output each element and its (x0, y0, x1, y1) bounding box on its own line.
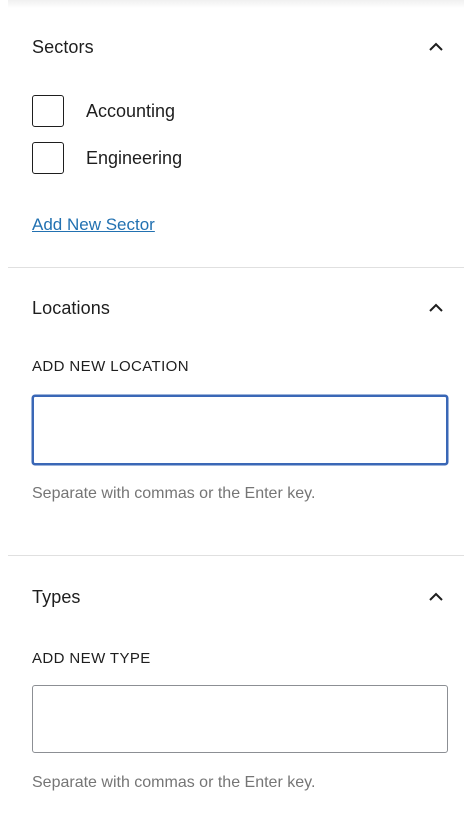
add-new-type-label: ADD NEW TYPE (32, 650, 151, 667)
sectors-panel-toggle[interactable]: Sectors (32, 27, 448, 67)
sectors-panel-title: Sectors (32, 36, 94, 57)
panel-divider (8, 555, 464, 556)
chevron-up-icon[interactable] (424, 585, 448, 609)
add-new-type-input[interactable] (32, 685, 448, 753)
add-new-location-label: ADD NEW LOCATION (32, 358, 189, 375)
types-panel-title: Types (32, 586, 81, 607)
types-help-text: Separate with commas or the Enter key. (32, 774, 316, 791)
add-new-sector-link[interactable]: Add New Sector (32, 215, 155, 235)
chevron-up-icon[interactable] (424, 296, 448, 320)
panel-divider (8, 267, 464, 268)
accounting-label: Accounting (86, 100, 176, 121)
sector-option-accounting[interactable]: Accounting (32, 94, 175, 128)
locations-panel-title: Locations (32, 297, 110, 318)
locations-help-text: Separate with commas or the Enter key. (32, 485, 316, 502)
chevron-up-icon[interactable] (424, 35, 448, 59)
add-new-location-input[interactable] (32, 395, 448, 465)
locations-panel-toggle[interactable]: Locations (32, 288, 448, 328)
engineering-label: Engineering (86, 147, 183, 168)
accounting-checkbox[interactable] (32, 95, 64, 127)
sector-option-engineering[interactable]: Engineering (32, 141, 182, 175)
types-panel-toggle[interactable]: Types (32, 577, 448, 617)
top-shadow (8, 0, 464, 8)
engineering-checkbox[interactable] (32, 142, 64, 174)
